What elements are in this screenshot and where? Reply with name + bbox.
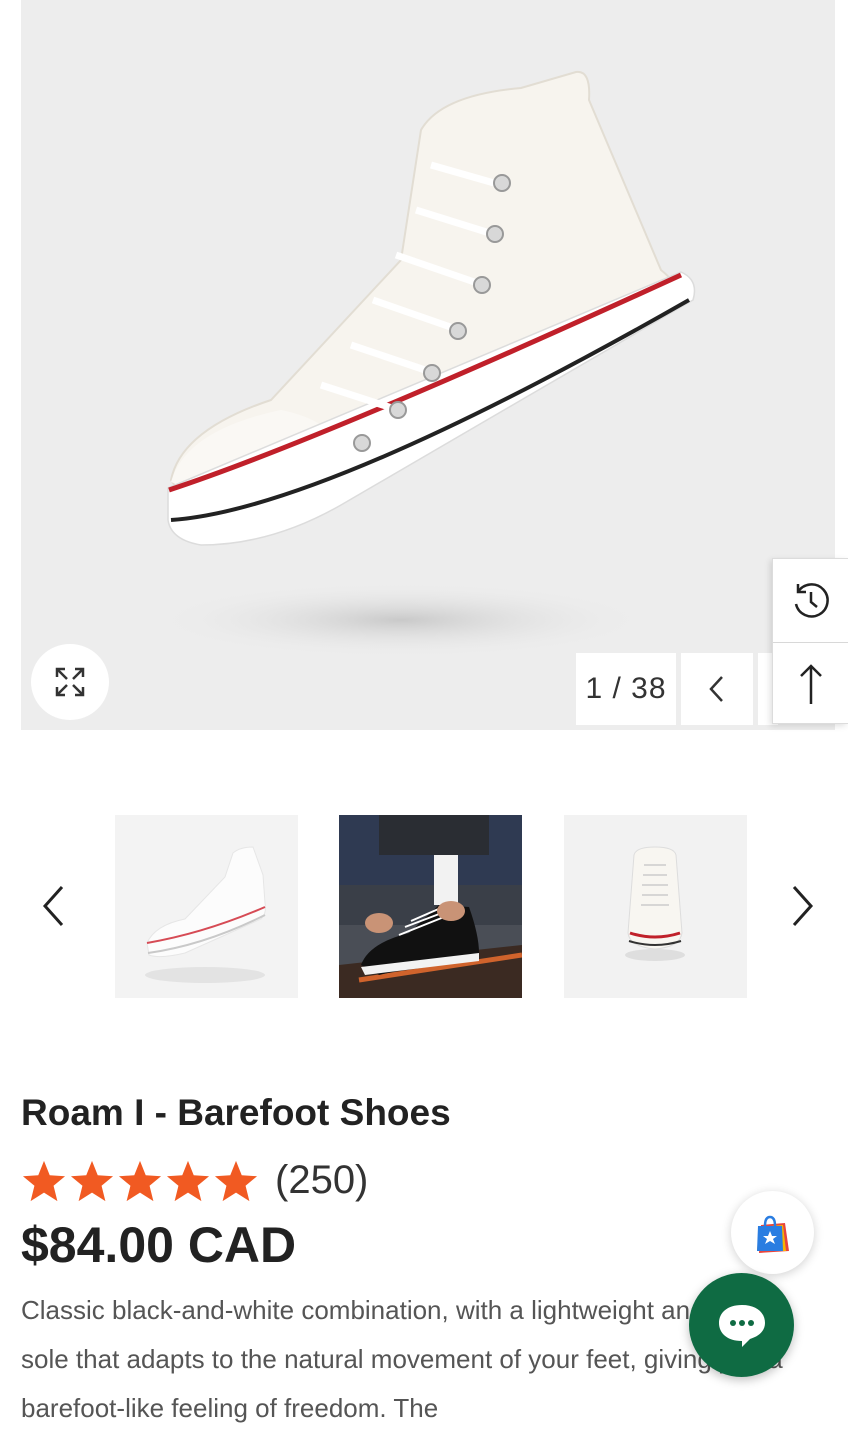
star-icon — [118, 1160, 162, 1201]
scroll-to-top-button[interactable] — [773, 642, 848, 725]
chevron-left-icon — [42, 885, 64, 927]
thumbnail-3[interactable] — [564, 815, 747, 998]
expand-arrows-icon — [55, 667, 85, 697]
chevron-right-icon — [792, 885, 814, 927]
side-widget — [772, 558, 848, 724]
arrow-up-icon — [800, 664, 822, 704]
chat-button[interactable] — [689, 1273, 794, 1377]
product-title: Roam I - Barefoot Shoes — [21, 1092, 451, 1133]
star-icon — [70, 1160, 114, 1201]
thumbnail-image — [145, 846, 266, 983]
shoe-image — [151, 70, 696, 658]
thumbnail-image — [339, 815, 522, 998]
shopping-bag-star-icon — [756, 1215, 789, 1253]
history-clock-icon — [794, 582, 829, 618]
thumbnail-next-button[interactable] — [788, 878, 818, 934]
star-icon — [166, 1160, 210, 1201]
thumbnail-2[interactable] — [339, 815, 522, 998]
thumbnail-image — [625, 846, 685, 961]
star-icon — [214, 1160, 258, 1201]
rewards-button[interactable] — [731, 1191, 814, 1274]
review-count[interactable]: (250) — [275, 1158, 368, 1203]
product-main-image[interactable]: 1 / 38 — [21, 0, 835, 730]
thumbnail-prev-button[interactable] — [38, 878, 68, 934]
chat-dots-icon — [718, 1305, 765, 1347]
product-price: $84.00 CAD — [21, 1217, 297, 1273]
image-counter-text: 1 / 38 — [585, 672, 667, 705]
star-rating — [21, 1159, 259, 1203]
image-counter: 1 / 38 — [576, 653, 676, 725]
chevron-left-icon — [709, 676, 723, 702]
recently-viewed-button[interactable] — [773, 559, 848, 642]
thumbnail-1[interactable] — [115, 815, 298, 998]
star-icon — [22, 1160, 66, 1201]
product-rating[interactable]: (250) — [21, 1158, 368, 1203]
zoom-button[interactable] — [31, 644, 109, 720]
previous-image-button[interactable] — [681, 653, 753, 725]
